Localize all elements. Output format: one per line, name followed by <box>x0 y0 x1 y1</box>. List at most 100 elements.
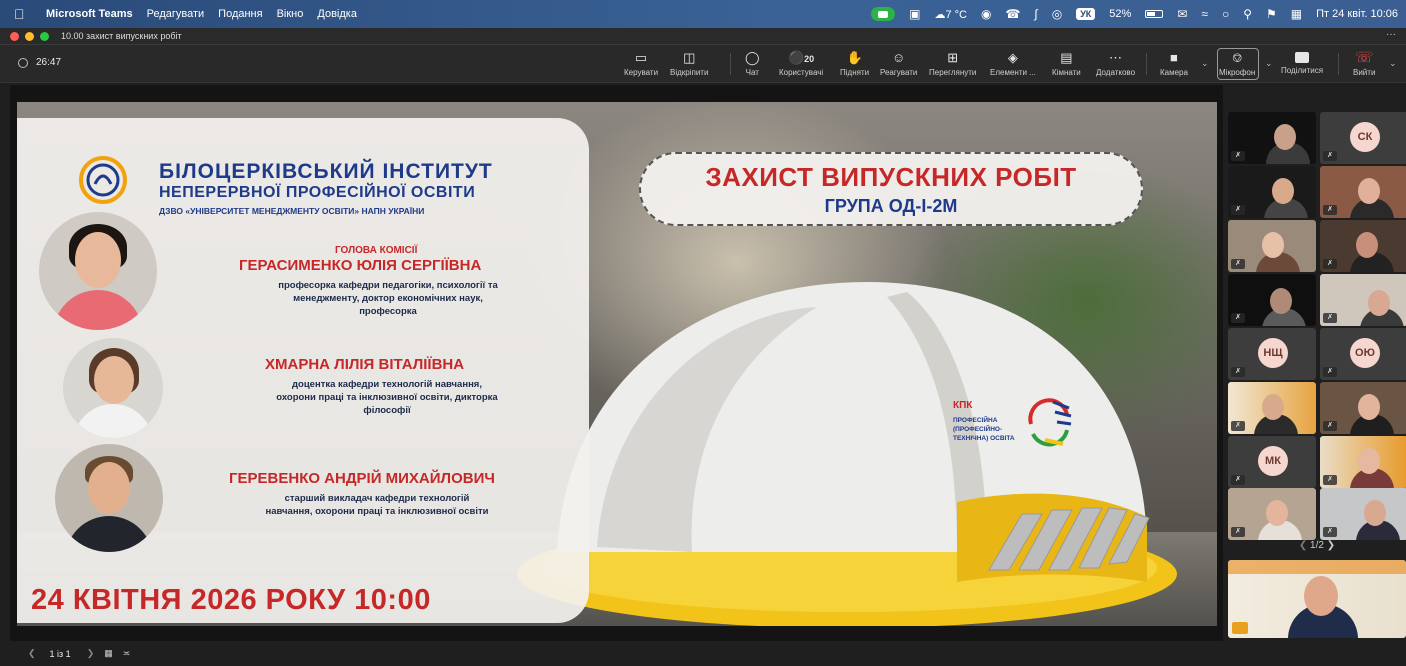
window-more-button[interactable]: ··· <box>1386 29 1396 40</box>
mic-off-icon: ✗ <box>1231 313 1245 323</box>
handoff-icon[interactable]: ✉ <box>1177 7 1187 21</box>
leave-options-chevron-icon[interactable]: ⌄ <box>1389 58 1397 69</box>
participant-tile[interactable]: ✗ <box>1320 274 1406 326</box>
more-icon: ⋯ <box>1109 50 1123 65</box>
menu-help[interactable]: Довідка <box>317 8 357 20</box>
avatar-face <box>88 462 130 514</box>
participant-video <box>1262 394 1284 420</box>
camera-in-use-icon[interactable] <box>871 7 896 21</box>
flag-icon[interactable]: ⚑ <box>1266 7 1277 21</box>
input-language[interactable]: УК <box>1076 8 1096 20</box>
settings-sliders-icon[interactable]: ≍ <box>123 648 131 659</box>
presenter-video-tile[interactable] <box>1228 560 1406 638</box>
battery-status[interactable]: 52% <box>1109 8 1131 20</box>
participant-tile[interactable]: СК ✗ <box>1320 112 1406 164</box>
wifi-icon[interactable]: ≈ <box>1201 7 1208 21</box>
chat-button[interactable]: ◯ Чат <box>745 50 760 77</box>
screen-record-icon[interactable]: ▣ <box>909 7 920 21</box>
maximize-window-button[interactable] <box>40 31 49 41</box>
menu-view[interactable]: Подання <box>218 8 262 20</box>
search-icon[interactable]: ⚲ <box>1243 7 1252 21</box>
next-page-icon[interactable]: ❯ <box>87 648 95 659</box>
avatar-body <box>53 290 143 330</box>
mic-off-icon: ✗ <box>1231 475 1245 485</box>
share-button[interactable]: Поділитися <box>1281 50 1323 75</box>
raise-hand-button[interactable]: ✋ Підняти <box>840 50 869 77</box>
participant-tile[interactable]: ОЮ ✗ <box>1320 328 1406 380</box>
rooms-button[interactable]: ▤ Кімнати <box>1052 50 1081 77</box>
menu-window[interactable]: Вікно <box>277 8 304 20</box>
record-icon[interactable]: ◎ <box>1052 7 1062 21</box>
participant-tile[interactable]: ✗ <box>1228 112 1316 164</box>
shared-content-stage[interactable]: БІЛОЦЕРКІВСЬКИЙ ІНСТИТУТ НЕПЕРЕРВНОЇ ПРО… <box>10 85 1223 641</box>
avatar-body <box>65 516 153 552</box>
presenter-face <box>1304 576 1338 616</box>
participant-tile[interactable]: ✗ <box>1228 274 1316 326</box>
gallery-pager: ❮ 1/2 ❯ <box>1298 540 1336 551</box>
smiley-icon: ☺ <box>892 50 906 65</box>
shield-icon <box>18 57 28 68</box>
mic-off-icon: ✗ <box>1323 527 1337 537</box>
mic-button[interactable]: ⎊ Мікрофон <box>1219 50 1255 77</box>
weather-status[interactable]: ☁7 °C <box>934 8 967 21</box>
window-title: 10.00 захист випускних робіт <box>61 31 182 41</box>
participant-tile[interactable]: ✗ <box>1228 166 1316 218</box>
grid-view-icon: ⊞ <box>947 50 959 65</box>
person-name: ГЕРЕВЕНКО АНДРІЙ МИХАЙЛОВИЧ <box>229 470 495 487</box>
manage-button[interactable]: ▭ Керувати <box>624 50 658 77</box>
bluetooth-icon[interactable]: ∫ <box>1034 7 1037 21</box>
participant-tile[interactable]: МК ✗ <box>1228 436 1316 488</box>
participant-tile[interactable]: ✗ <box>1320 382 1406 434</box>
kpk-emblem <box>1028 398 1072 447</box>
mic-off-icon: ✗ <box>1323 367 1337 377</box>
participant-tile[interactable]: ✗ <box>1320 166 1406 218</box>
camera-button[interactable]: ■ Камера <box>1160 50 1188 77</box>
view-button[interactable]: ⊞ Переглянути <box>929 50 976 77</box>
close-window-button[interactable] <box>10 31 19 41</box>
mic-off-icon: ✗ <box>1323 151 1337 161</box>
gallery-prev-icon[interactable]: ❮ <box>1299 540 1307 551</box>
mic-options-chevron-icon[interactable]: ⌄ <box>1265 58 1273 69</box>
control-center-icon[interactable]: ▦ <box>1291 7 1302 21</box>
gallery-next-icon[interactable]: ❯ <box>1327 540 1335 551</box>
person-name: ХМАРНА ЛІЛІЯ ВІТАЛІЇВНА <box>265 356 465 373</box>
people-icon: ⚫20 <box>787 50 815 65</box>
participant-video <box>1270 288 1292 314</box>
participant-tile[interactable]: НЩ ✗ <box>1228 328 1316 380</box>
viber-icon[interactable]: ☎ <box>1005 7 1020 21</box>
apple-icon[interactable]:  <box>14 7 28 21</box>
menu-edit[interactable]: Редагувати <box>147 8 205 20</box>
toolbar-divider <box>730 53 731 75</box>
focus-icon[interactable]: ○ <box>1222 7 1229 21</box>
participant-tile[interactable]: ✗ <box>1320 220 1406 272</box>
participant-tile[interactable]: ✗ <box>1228 220 1316 272</box>
participant-video <box>1358 394 1380 420</box>
apps-button[interactable]: ◈ Елементи ... <box>990 50 1036 77</box>
participant-tile[interactable]: ✗ <box>1320 436 1406 488</box>
app-menu[interactable]: Microsoft Teams <box>46 8 133 20</box>
participant-initials: ОЮ <box>1350 338 1380 368</box>
people-button[interactable]: ⚫20 Користувачі <box>779 50 823 77</box>
mic-off-icon: ✗ <box>1231 367 1245 377</box>
grid-view-icon[interactable]: ▦ <box>104 648 113 659</box>
banner-title: ЗАХИСТ ВИПУСКНИХ РОБІТ <box>705 162 1077 192</box>
clock[interactable]: Пт 24 квіт. 10:06 <box>1316 8 1398 20</box>
react-button[interactable]: ☺ Реагувати <box>880 50 917 77</box>
minimize-window-button[interactable] <box>25 31 34 41</box>
camera-options-chevron-icon[interactable]: ⌄ <box>1201 58 1209 69</box>
leave-button[interactable]: ☏ Вийти <box>1353 50 1375 77</box>
microphone-icon: ⎊ <box>1231 50 1243 65</box>
avatar <box>63 338 163 438</box>
window-title-bar: 10.00 захист випускних робіт ··· <box>0 28 1406 45</box>
mic-off-icon: ✗ <box>1323 205 1337 215</box>
vpn-icon[interactable]: ◉ <box>981 7 991 21</box>
previous-page-icon[interactable]: ❮ <box>28 648 36 659</box>
participant-tile[interactable]: ✗ <box>1228 382 1316 434</box>
unpin-button[interactable]: ◫ Відкріпити <box>670 50 708 77</box>
participant-tile[interactable]: ✗ <box>1228 488 1316 540</box>
institute-name-line1: БІЛОЦЕРКІВСЬКИЙ ІНСТИТУТ <box>159 160 493 183</box>
more-button[interactable]: ⋯ Додатково <box>1096 50 1135 77</box>
avatar <box>39 212 157 330</box>
kpk-logo: КПК ПРОФЕСІЙНА (ПРОФЕСІЙНО- ТЕХНІЧНА) ОС… <box>953 394 1073 464</box>
participant-tile[interactable]: ✗ <box>1320 488 1406 540</box>
